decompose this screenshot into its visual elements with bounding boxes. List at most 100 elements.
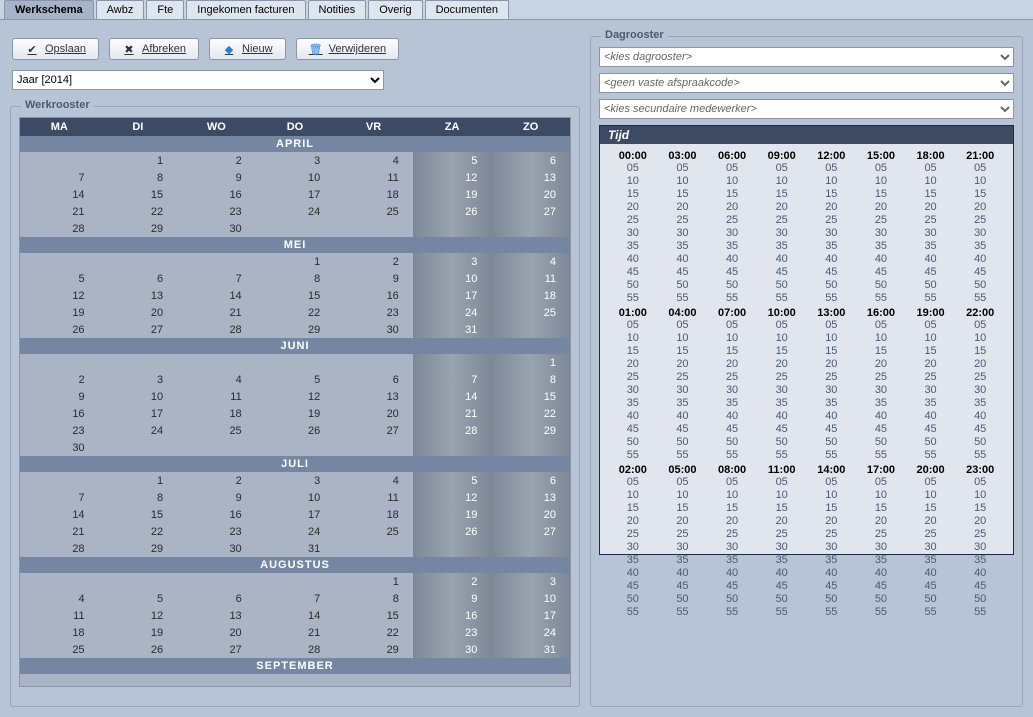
time-minute[interactable]: 40 — [955, 410, 1005, 423]
calendar-day[interactable]: 27 — [177, 641, 256, 658]
time-minute[interactable]: 55 — [608, 292, 658, 305]
calendar-day[interactable]: 8 — [491, 371, 570, 388]
time-minute[interactable]: 10 — [707, 175, 757, 188]
calendar-day[interactable]: 4 — [20, 590, 99, 607]
time-minute[interactable]: 10 — [658, 332, 708, 345]
time-minute[interactable]: 40 — [856, 410, 906, 423]
time-minute[interactable]: 40 — [707, 253, 757, 266]
time-minute[interactable]: 20 — [757, 201, 807, 214]
calendar-day[interactable]: 22 — [99, 203, 178, 220]
time-minute[interactable]: 55 — [856, 449, 906, 462]
calendar-day[interactable]: 19 — [256, 405, 335, 422]
calendar-day[interactable]: 24 — [256, 523, 335, 540]
time-minute[interactable]: 45 — [906, 266, 956, 279]
calendar-day[interactable]: 21 — [177, 304, 256, 321]
time-minute[interactable]: 45 — [955, 423, 1005, 436]
calendar-day[interactable]: 16 — [177, 186, 256, 203]
time-hour[interactable]: 09:00 — [757, 148, 807, 162]
time-minute[interactable]: 20 — [608, 201, 658, 214]
time-minute[interactable]: 30 — [856, 227, 906, 240]
calendar-day[interactable]: 14 — [177, 287, 256, 304]
time-minute[interactable]: 45 — [955, 266, 1005, 279]
time-minute[interactable]: 05 — [955, 162, 1005, 175]
calendar-day[interactable]: 1 — [256, 253, 335, 270]
calendar-day[interactable]: 10 — [491, 590, 570, 607]
calendar-day[interactable]: 10 — [256, 169, 335, 186]
calendar-day[interactable]: 13 — [177, 607, 256, 624]
calendar-day[interactable]: 26 — [413, 523, 492, 540]
time-hour[interactable]: 14:00 — [807, 462, 857, 476]
time-hour[interactable]: 06:00 — [707, 148, 757, 162]
calendar-day[interactable]: 14 — [413, 388, 492, 405]
calendar-day[interactable]: 17 — [256, 186, 335, 203]
calendar-day[interactable]: 16 — [177, 506, 256, 523]
time-minute[interactable]: 25 — [807, 528, 857, 541]
calendar-day[interactable]: 1 — [491, 354, 570, 371]
time-minute[interactable]: 10 — [807, 175, 857, 188]
time-hour[interactable]: 13:00 — [807, 305, 857, 319]
time-minute[interactable]: 30 — [757, 227, 807, 240]
time-minute[interactable]: 15 — [856, 345, 906, 358]
time-minute[interactable]: 55 — [707, 606, 757, 619]
time-minute[interactable]: 45 — [757, 423, 807, 436]
calendar-day[interactable]: 21 — [20, 523, 99, 540]
time-minute[interactable]: 05 — [906, 162, 956, 175]
time-minute[interactable]: 55 — [757, 292, 807, 305]
time-hour[interactable]: 08:00 — [707, 462, 757, 476]
time-minute[interactable]: 35 — [955, 240, 1005, 253]
tab-fte[interactable]: Fte — [146, 0, 184, 19]
calendar-day[interactable]: 25 — [491, 304, 570, 321]
time-minute[interactable]: 20 — [608, 358, 658, 371]
time-minute[interactable]: 55 — [906, 606, 956, 619]
calendar-day[interactable]: 7 — [413, 371, 492, 388]
time-minute[interactable]: 20 — [856, 358, 906, 371]
time-minute[interactable]: 20 — [757, 358, 807, 371]
calendar-day[interactable]: 18 — [334, 186, 413, 203]
calendar-day[interactable]: 8 — [99, 169, 178, 186]
time-minute[interactable]: 40 — [757, 410, 807, 423]
time-minute[interactable]: 05 — [856, 319, 906, 332]
time-minute[interactable]: 25 — [856, 528, 906, 541]
time-minute[interactable]: 45 — [807, 580, 857, 593]
calendar-day[interactable]: 12 — [99, 607, 178, 624]
time-minute[interactable]: 05 — [856, 162, 906, 175]
calendar-day[interactable]: 12 — [413, 169, 492, 186]
time-minute[interactable]: 35 — [807, 240, 857, 253]
calendar-day[interactable]: 24 — [256, 203, 335, 220]
time-minute[interactable]: 45 — [807, 423, 857, 436]
calendar-day[interactable]: 21 — [256, 624, 335, 641]
time-minute[interactable]: 30 — [906, 384, 956, 397]
calendar-day[interactable]: 28 — [413, 422, 492, 439]
time-minute[interactable]: 50 — [807, 593, 857, 606]
time-minute[interactable]: 40 — [856, 567, 906, 580]
calendar-day[interactable]: 3 — [413, 253, 492, 270]
time-minute[interactable]: 30 — [906, 227, 956, 240]
time-minute[interactable]: 35 — [807, 554, 857, 567]
time-minute[interactable]: 45 — [608, 266, 658, 279]
calendar-day[interactable]: 27 — [491, 203, 570, 220]
time-minute[interactable]: 05 — [757, 162, 807, 175]
calendar-day[interactable]: 31 — [491, 641, 570, 658]
calendar-day[interactable]: 3 — [99, 371, 178, 388]
time-minute[interactable]: 55 — [807, 606, 857, 619]
calendar-day[interactable]: 21 — [413, 405, 492, 422]
calendar-day[interactable]: 22 — [491, 405, 570, 422]
time-minute[interactable]: 35 — [906, 240, 956, 253]
calendar-day[interactable]: 9 — [177, 489, 256, 506]
calendar-day[interactable]: 15 — [334, 607, 413, 624]
time-minute[interactable]: 20 — [658, 358, 708, 371]
dagrooster-select-2[interactable]: <kies secundaire medewerker> — [599, 99, 1014, 119]
time-minute[interactable]: 30 — [856, 384, 906, 397]
calendar-day[interactable]: 16 — [334, 287, 413, 304]
time-minute[interactable]: 05 — [955, 476, 1005, 489]
time-minute[interactable]: 50 — [707, 279, 757, 292]
time-minute[interactable]: 40 — [807, 567, 857, 580]
calendar-day[interactable]: 8 — [99, 489, 178, 506]
calendar-day[interactable]: 27 — [491, 523, 570, 540]
calendar-day[interactable]: 5 — [256, 371, 335, 388]
calendar-day[interactable]: 24 — [491, 624, 570, 641]
calendar-day[interactable]: 13 — [491, 489, 570, 506]
tab-overig[interactable]: Overig — [368, 0, 422, 19]
calendar-day[interactable]: 2 — [413, 573, 492, 590]
calendar-day[interactable]: 29 — [99, 220, 178, 237]
